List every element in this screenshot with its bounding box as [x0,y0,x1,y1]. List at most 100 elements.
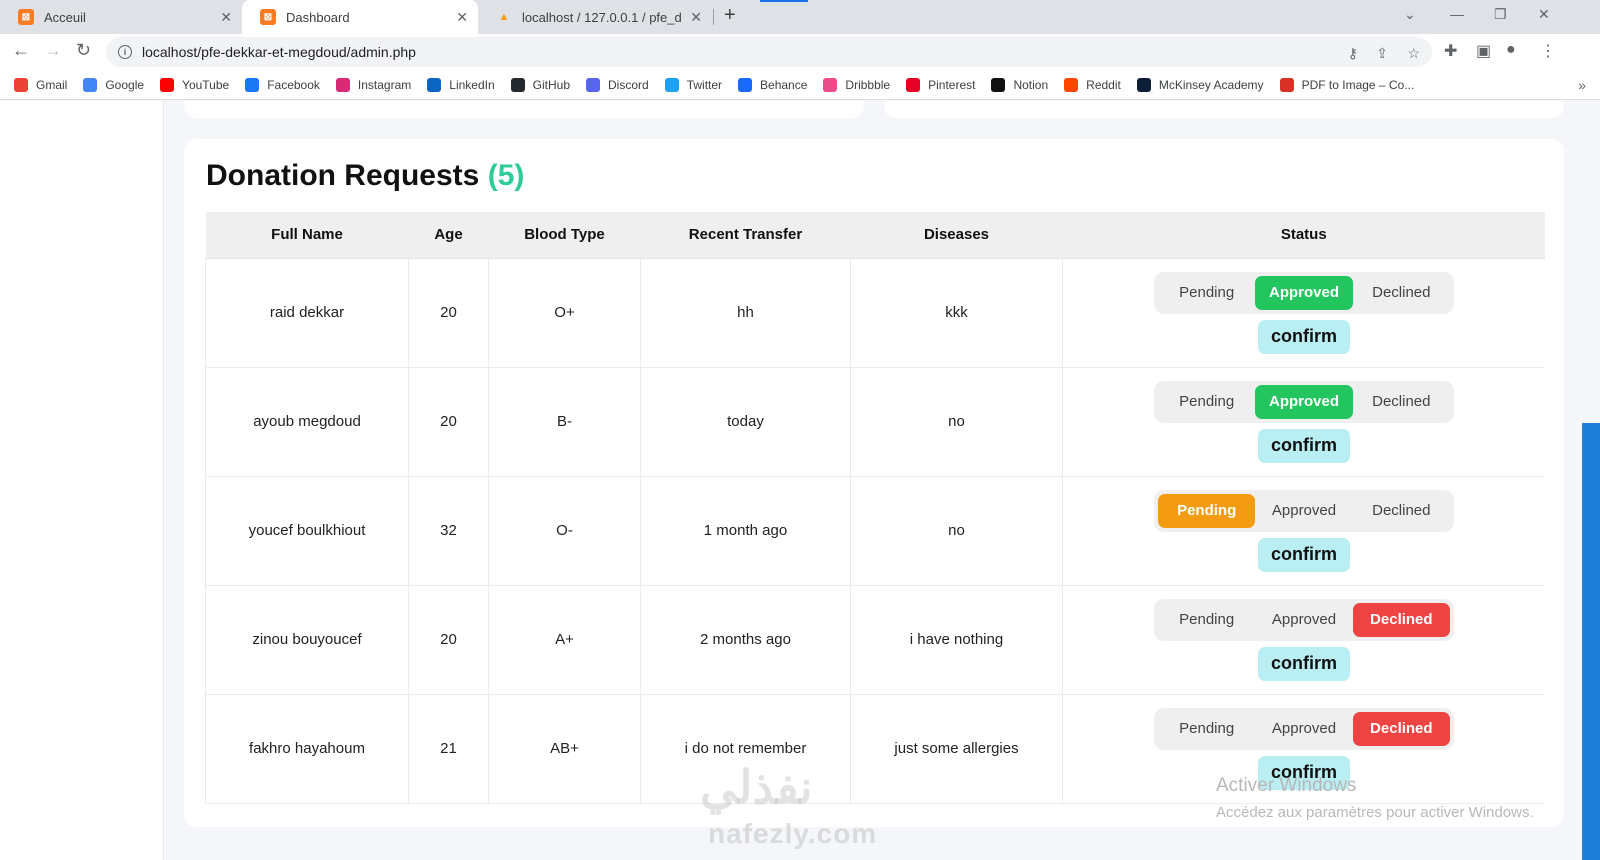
extensions-icon[interactable]: ✚ [1444,41,1457,61]
diseases-cell: i have nothing [850,585,1063,695]
activate-windows-subtitle: Accédez aux paramètres pour activer Wind… [1216,804,1534,821]
bookmark-item[interactable]: Pinterest [906,77,975,92]
reddit-icon [1064,77,1079,92]
diseases-cell: just some allergies [850,694,1063,804]
close-icon[interactable]: ✕ [456,9,468,26]
status-option-declined[interactable]: Declined [1353,276,1450,310]
status-option-declined[interactable]: Declined [1352,602,1450,637]
bookmark-item[interactable]: Notion [991,77,1049,92]
status-toggle: Pending Approved Declined [1154,271,1454,314]
donation-requests-card: Donation Requests (5) Full Name Age Bloo… [184,139,1564,827]
status-option-declined[interactable]: Declined [1352,711,1450,746]
confirm-button[interactable]: confirm [1258,319,1350,354]
confirm-button[interactable]: confirm [1258,428,1350,463]
blood-type-cell: B- [488,367,641,477]
bookmark-item[interactable]: Twitter [664,77,722,92]
tab-separator [713,9,714,25]
bookmark-item[interactable]: YouTube [160,77,229,92]
key-icon[interactable]: ⚷ [1348,45,1358,62]
title-text: Donation Requests [206,159,480,192]
status-option-approved[interactable]: Approved [1255,712,1352,746]
bookmark-item[interactable]: Discord [586,77,649,92]
status-option-pending[interactable]: Pending [1158,603,1255,637]
confirm-button[interactable]: confirm [1258,646,1350,681]
bookmark-item[interactable]: Reddit [1064,77,1121,92]
tab-dashboard[interactable]: ⊠ Dashboard ✕ [242,0,478,34]
tab-drag-indicator [760,0,808,2]
full-name-cell: youcef boulkhiout [205,476,409,586]
bookmark-label: Notion [1013,77,1049,92]
confirm-button[interactable]: confirm [1258,537,1350,572]
bookmark-item[interactable]: LinkedIn [427,77,495,92]
status-option-pending[interactable]: Pending [1158,276,1255,310]
status-option-pending[interactable]: Pending [1158,385,1255,419]
mckinsey-icon [1136,77,1151,92]
forward-icon[interactable]: → [44,40,62,61]
page-viewport: Donation Requests (5) Full Name Age Bloo… [0,101,1600,860]
status-cell: Pending Approved Declined confirm [1062,258,1545,368]
bookmark-item[interactable]: Facebook [245,77,320,92]
google-icon [83,77,98,92]
bookmark-label: Google [105,77,145,92]
status-option-approved[interactable]: Approved [1255,384,1353,419]
status-option-pending[interactable]: Pending [1158,493,1256,528]
age-cell: 20 [408,258,489,368]
tab-title: Acceuil [44,9,86,25]
table-row: zinou bouyoucef 20 A+ 2 months ago i have no… [205,585,1545,695]
bookmark-item[interactable]: Google [83,77,145,92]
new-tab-icon[interactable]: + [724,4,736,27]
column-header-blood-type: Blood Type [488,212,641,259]
profile-avatar-icon[interactable]: ● [1506,41,1516,59]
pinterest-icon [906,77,921,92]
requests-table: Full Name Age Blood Type Recent Transfer… [205,212,1545,804]
table-row: ayoub megdoud 20 B-today no Pending Approved D… [205,367,1545,477]
close-icon[interactable]: ✕ [220,9,232,26]
back-icon[interactable]: ← [12,40,30,61]
status-option-declined[interactable]: Declined [1353,494,1450,528]
gmail-icon [14,77,28,92]
status-option-approved[interactable]: Approved [1255,494,1352,528]
share-icon[interactable]: ⇪ [1376,45,1388,62]
bookmark-item[interactable]: McKinsey Academy [1136,77,1264,92]
status-option-pending[interactable]: Pending [1158,712,1255,746]
status-cell: Pending Approved Declined confirm [1062,367,1545,477]
bookmark-item[interactable]: Gmail [14,77,67,92]
status-cell: Pending Approved Declined confirm [1062,585,1545,695]
status-option-declined[interactable]: Declined [1353,385,1450,419]
behance-icon [738,77,753,92]
status-toggle: Pending Approved Declined [1154,598,1454,641]
tab-acceuil[interactable]: ⊠ Acceuil ✕ [0,0,242,34]
side-panel-icon[interactable]: ▣ [1476,41,1491,61]
column-header-diseases: Diseases [850,212,1063,259]
menu-kebab-icon[interactable]: ⋮ [1540,41,1556,61]
page-title: Donation Requests (5) [206,159,524,193]
browser-toolbar: ← → ↻ i localhost/pfe-dekkar-et-megdoud/… [0,34,1600,70]
tab-search-icon[interactable]: ⌄ [1404,6,1416,23]
bookmark-item[interactable]: Instagram [335,77,412,92]
bookmark-item[interactable]: Dribbble [823,77,891,92]
bookmark-label: Instagram [357,77,412,92]
status-option-approved[interactable]: Approved [1255,275,1353,310]
bookmark-item[interactable]: PDF to Image – Co... [1279,77,1414,92]
status-toggle: Pending Approved Declined [1154,489,1454,532]
blood-type-cell: AB+ [488,694,641,804]
xampp-icon: ⊠ [18,9,34,25]
minimize-icon[interactable]: — [1450,6,1464,22]
bookmark-item[interactable]: GitHub [510,77,570,92]
recent-transfer-cell: today [640,367,851,477]
restore-icon[interactable]: ❐ [1494,6,1507,23]
bookmark-star-icon[interactable]: ☆ [1407,45,1420,62]
reload-icon[interactable]: ↻ [76,40,91,61]
scrollbar-thumb[interactable] [1582,423,1600,860]
site-info-icon[interactable]: i [118,45,132,59]
bookmark-item[interactable]: Behance [738,77,807,92]
status-option-approved[interactable]: Approved [1255,603,1352,637]
bookmark-label: Dribbble [845,77,891,92]
close-window-icon[interactable]: ✕ [1538,6,1550,23]
address-bar[interactable]: i localhost/pfe-dekkar-et-megdoud/admin.… [106,37,1432,67]
tab-phpmyadmin[interactable]: ▲ localhost / 127.0.0.1 / pfe_db / u ✕ [478,0,712,34]
full-name-cell: ayoub megdoud [205,367,409,477]
diseases-cell: no [850,367,1063,477]
close-icon[interactable]: ✕ [690,9,702,26]
bookmarks-overflow-icon[interactable]: » [1578,77,1586,93]
